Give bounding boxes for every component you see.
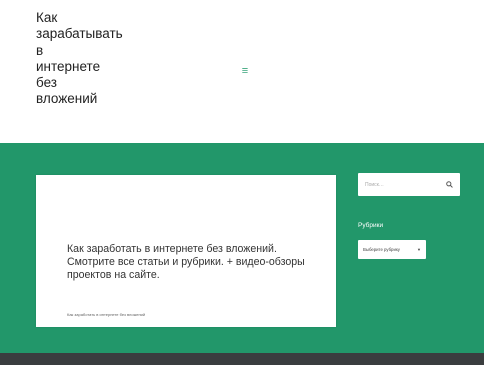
rubrics-heading: Рубрики [358, 222, 384, 229]
site-description: Как заработать в интернете без вложений.… [67, 243, 305, 282]
panel-caption: Как заработать в интернете без вложений [67, 312, 146, 317]
search-box [358, 173, 460, 196]
site-header: Как зарабатывать в интернете без вложени… [0, 0, 484, 143]
search-input[interactable] [365, 181, 435, 188]
rubrics-select[interactable]: Выберите рубрику ▼ [358, 240, 426, 259]
site-title[interactable]: Как зарабатывать в интернете без вложени… [36, 10, 156, 108]
hamburger-menu-icon: ≡ [241, 64, 249, 77]
magnifier-icon[interactable] [446, 181, 453, 188]
description-panel: Как заработать в интернете без вложений.… [36, 175, 336, 327]
menu-toggle-button[interactable]: ≡ [238, 64, 252, 78]
chevron-down-icon: ▼ [417, 247, 421, 252]
content-area: Как заработать в интернете без вложений.… [0, 143, 484, 353]
select-label: Выберите рубрику [363, 247, 400, 252]
site-footer [0, 353, 484, 365]
